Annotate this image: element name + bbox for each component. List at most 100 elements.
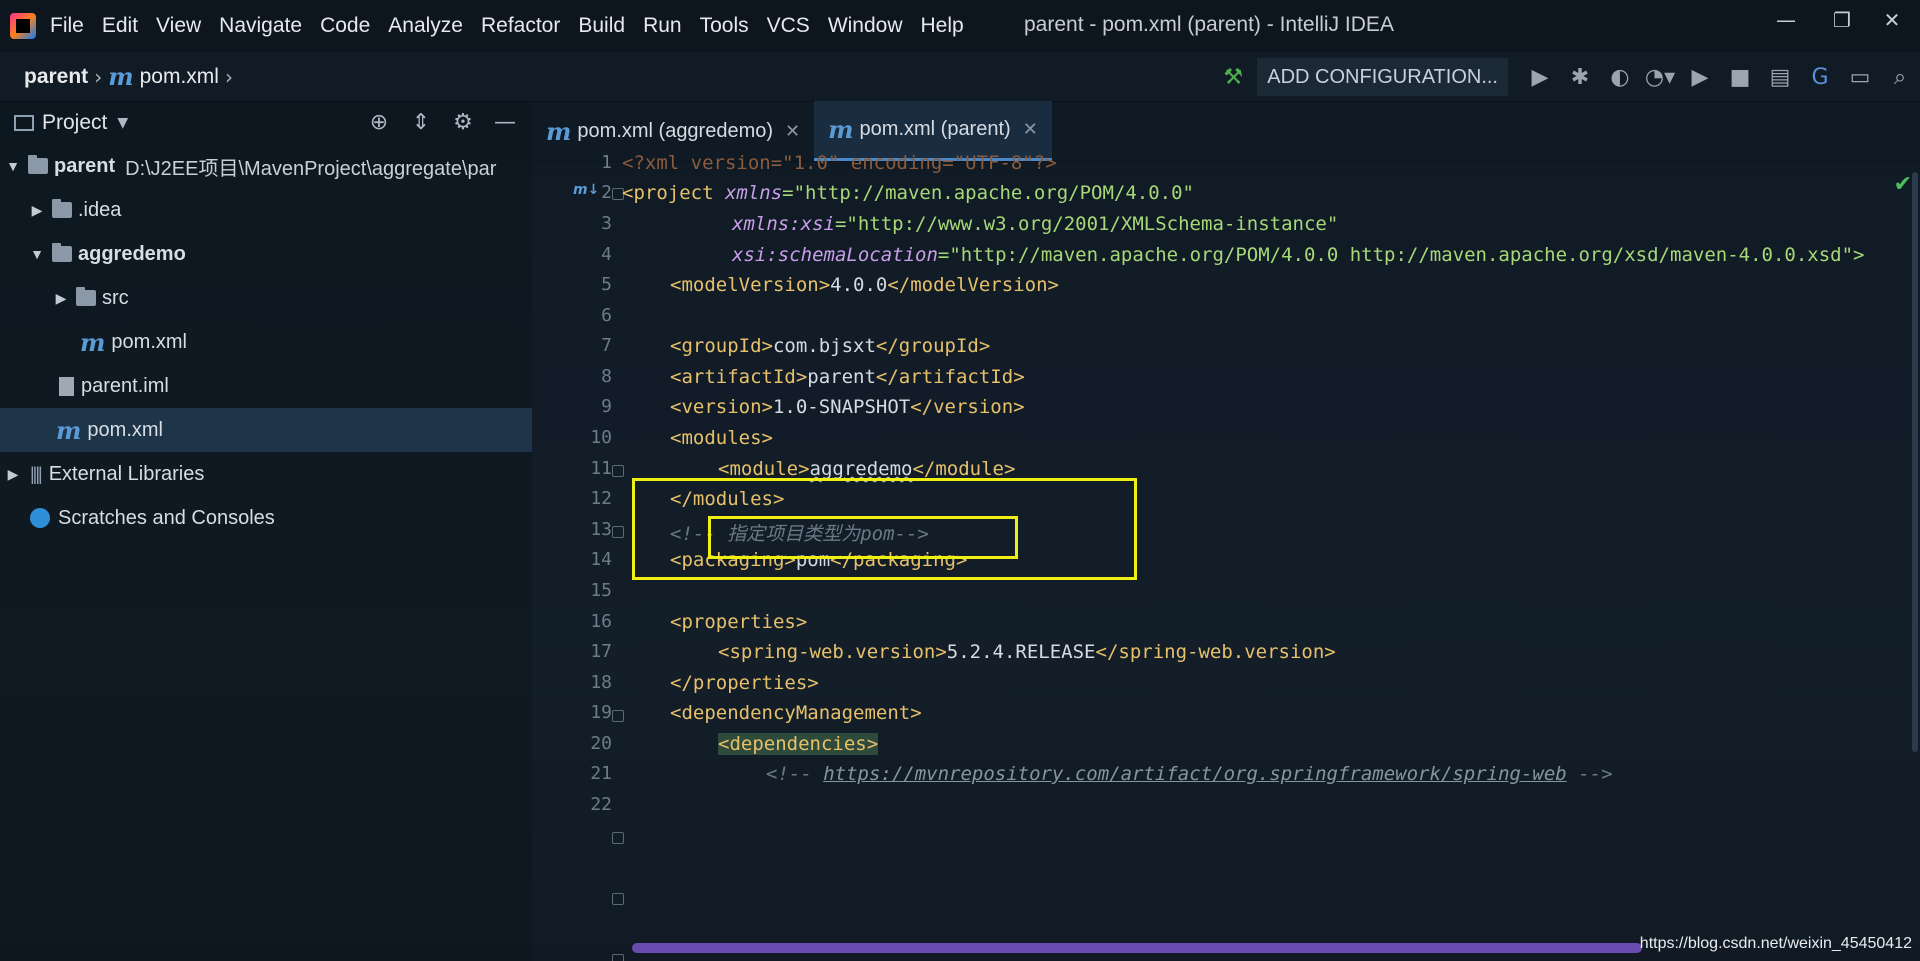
translate-icon[interactable]: G	[1800, 57, 1840, 97]
project-tree: ▼ parent D:\J2EE项目\MavenProject\aggregat…	[0, 144, 532, 540]
main-menu: File Edit View Navigate Code Analyze Ref…	[50, 14, 982, 38]
line-number-gutter: 1 2 3 4 5 6 7 8 9 10 11 12 13 14 15 16 1…	[532, 152, 612, 961]
tree-item-parent-pom[interactable]: m pom.xml	[0, 408, 532, 452]
menu-code[interactable]: Code	[320, 14, 370, 38]
code-line-4: xsi:schemaLocation="http://maven.apache.…	[732, 244, 1865, 266]
tree-item-external-libraries[interactable]: ▶ |||| External Libraries	[0, 452, 532, 496]
menu-run[interactable]: Run	[643, 14, 682, 38]
menu-help[interactable]: Help	[921, 14, 964, 38]
code-line-3: xmlns:xsi="http://www.w3.org/2001/XMLSch…	[732, 213, 1339, 235]
chevron-down-icon[interactable]: ▼	[117, 115, 128, 131]
terminal-icon[interactable]: ▭	[1840, 57, 1880, 97]
menu-analyze[interactable]: Analyze	[388, 14, 463, 38]
line-number: 3	[601, 213, 612, 234]
project-structure-icon[interactable]: ▤	[1760, 57, 1800, 97]
breadcrumb-separator: ›	[94, 64, 103, 89]
code-line-19: <dependencyManagement>	[670, 702, 922, 724]
code-line-11: <module>aggredemo</module>	[718, 458, 1016, 480]
editor-area: m pom.xml (aggredemo) ✕ m pom.xml (paren…	[532, 101, 1920, 961]
expand-arrow-icon[interactable]: ▶	[28, 202, 46, 219]
line-number: 8	[601, 366, 612, 387]
gear-icon[interactable]: ⚙	[442, 110, 484, 135]
tree-item-aggredemo-pom[interactable]: m pom.xml	[0, 320, 532, 364]
code-line-8: <artifactId>parent</artifactId>	[670, 366, 1025, 388]
breadcrumb: parent › m pom.xml ›	[24, 62, 239, 91]
horizontal-scrollbar[interactable]	[632, 943, 1642, 953]
close-icon[interactable]: ✕	[1023, 119, 1038, 140]
hammer-icon[interactable]: ⚒	[1213, 57, 1253, 97]
line-number: 22	[590, 794, 612, 815]
window-title: parent - pom.xml (parent) - IntelliJ IDE…	[1024, 13, 1394, 36]
menu-navigate[interactable]: Navigate	[219, 14, 302, 38]
run-icon[interactable]: ▶	[1520, 57, 1560, 97]
tree-item-label: External Libraries	[48, 462, 205, 485]
breadcrumb-pom[interactable]: pom.xml	[140, 65, 219, 89]
tree-item-idea[interactable]: ▶ .idea	[0, 188, 532, 232]
code-line-20: <dependencies>	[718, 733, 879, 755]
menu-build[interactable]: Build	[578, 14, 625, 38]
close-icon[interactable]: ✕	[785, 121, 800, 142]
tree-item-parent[interactable]: ▼ parent D:\J2EE项目\MavenProject\aggregat…	[0, 144, 532, 188]
restore-button[interactable]: ❐	[1822, 8, 1862, 32]
play-icon[interactable]: ▶	[1680, 57, 1720, 97]
expand-arrow-icon[interactable]: ▶	[52, 290, 70, 307]
tab-label: pom.xml (parent)	[859, 118, 1011, 140]
tree-item-path: D:\J2EE项目\MavenProject\aggregate\par	[125, 157, 497, 180]
menu-tools[interactable]: Tools	[700, 14, 749, 38]
code-line-18: </properties>	[670, 672, 819, 694]
coverage-icon[interactable]: ◐	[1600, 57, 1640, 97]
tree-item-label: parent	[54, 154, 116, 177]
navigation-bar: parent › m pom.xml › ⚒ ADD CONFIGURATION…	[0, 52, 1920, 102]
tree-item-label: pom.xml	[111, 330, 187, 353]
tree-item-label: Scratches and Consoles	[58, 506, 275, 529]
line-number: 6	[601, 305, 612, 326]
tree-item-parent-iml[interactable]: parent.iml	[0, 364, 532, 408]
tree-item-label: .idea	[78, 198, 122, 221]
repository-link[interactable]: https://mvnrepository.com/artifact/org.s…	[823, 763, 1567, 785]
code-line-7: <groupId>com.bjsxt</groupId>	[670, 335, 991, 357]
title-bar: File Edit View Navigate Code Analyze Ref…	[0, 0, 1920, 52]
project-panel-header: Project ▼ ⊕ ⇕ ⚙ —	[0, 102, 532, 144]
minimize-button[interactable]: —	[1766, 8, 1806, 32]
library-icon: ||||	[30, 463, 43, 484]
menu-window[interactable]: Window	[828, 14, 903, 38]
main-toolbar: ⚒ ADD CONFIGURATION... ▶ ✱ ◐ ◔▾ ▶ ■ ▤ G …	[1213, 52, 1920, 102]
breadcrumb-separator: ›	[224, 64, 233, 89]
menu-vcs[interactable]: VCS	[767, 14, 810, 38]
expand-arrow-icon[interactable]: ▼	[28, 246, 46, 262]
tree-item-scratches[interactable]: Scratches and Consoles	[0, 496, 532, 540]
line-number: 7	[601, 335, 612, 356]
locate-file-icon[interactable]: ⊕	[358, 110, 400, 135]
expand-arrow-icon[interactable]: ▼	[4, 158, 22, 174]
menu-edit[interactable]: Edit	[102, 14, 138, 38]
scratches-icon	[30, 508, 50, 528]
maven-icon: m	[80, 327, 106, 357]
line-number: 16	[590, 611, 612, 632]
maven-gutter-icon[interactable]: m↓	[573, 182, 599, 198]
vertical-scrollbar[interactable]	[1912, 172, 1918, 752]
tree-item-src[interactable]: ▶ src	[0, 276, 532, 320]
maven-icon: m	[546, 116, 572, 146]
code-line-21: <!-- https://mvnrepository.com/artifact/…	[766, 763, 1613, 785]
menu-view[interactable]: View	[156, 14, 201, 38]
breadcrumb-parent[interactable]: parent	[24, 65, 88, 89]
close-button[interactable]: ✕	[1872, 8, 1912, 32]
project-panel-title[interactable]: Project	[42, 111, 107, 135]
hide-panel-icon[interactable]: —	[484, 110, 526, 135]
maven-icon: m	[828, 115, 854, 144]
tree-item-aggredemo[interactable]: ▼ aggredemo	[0, 232, 532, 276]
search-icon[interactable]: ⌕	[1880, 57, 1920, 97]
stop-icon[interactable]: ■	[1720, 57, 1760, 97]
maven-icon: m	[56, 415, 82, 445]
project-view-icon	[14, 115, 34, 131]
add-configuration-button[interactable]: ADD CONFIGURATION...	[1257, 58, 1508, 96]
expand-arrow-icon[interactable]: ▶	[4, 466, 22, 483]
code-line-16: <properties>	[670, 611, 808, 633]
line-number: 13	[590, 519, 612, 540]
profile-icon[interactable]: ◔▾	[1640, 57, 1680, 97]
menu-refactor[interactable]: Refactor	[481, 14, 560, 38]
menu-file[interactable]: File	[50, 14, 84, 38]
debug-icon[interactable]: ✱	[1560, 57, 1600, 97]
collapse-all-icon[interactable]: ⇕	[400, 110, 442, 135]
ide-window: File Edit View Navigate Code Analyze Ref…	[0, 0, 1920, 961]
